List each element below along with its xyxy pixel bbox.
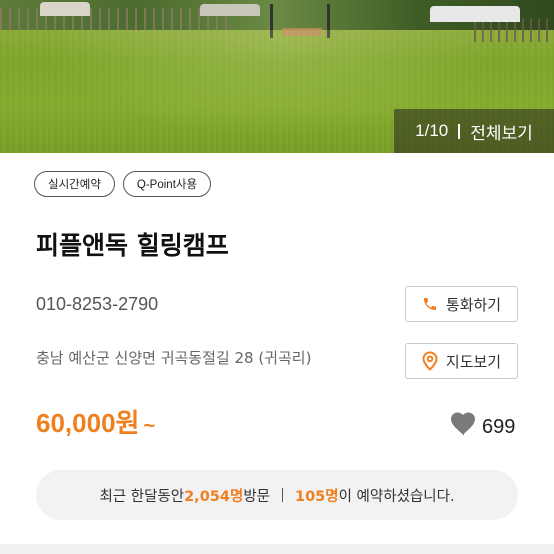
address-text: 충남 예산군 신양면 귀곡동절길 28 (귀곡리): [36, 349, 312, 367]
stats-banner: 최근 한달동안 2,054명 방문 105명 이 예약하셨습니다.: [36, 470, 518, 520]
map-button[interactable]: 지도보기: [405, 343, 518, 379]
stats-visits: 2,054명: [184, 488, 244, 505]
section-divider: [0, 544, 554, 554]
gallery-page-indicator: 1/10: [415, 121, 449, 140]
heart-icon: [450, 412, 478, 442]
page-title: 피플앤독 힐링캠프: [36, 231, 229, 260]
hero-image[interactable]: 1/10 전체보기: [0, 0, 554, 153]
hero-fence: [0, 8, 230, 30]
gallery-counter[interactable]: 1/10 전체보기: [394, 109, 554, 153]
like-button[interactable]: 699: [450, 412, 515, 442]
tag-qpoint: Q-Point사용: [122, 171, 212, 197]
stats-reservations: 105명: [295, 488, 339, 505]
tag-list: 실시간예약 Q-Point사용: [34, 171, 212, 197]
gallery-view-all-link[interactable]: 전체보기: [470, 119, 533, 144]
call-button-label: 통화하기: [445, 295, 502, 314]
gallery-separator: [458, 123, 461, 139]
stats-visits-suffix: 방문: [243, 488, 270, 505]
call-button[interactable]: 통화하기: [405, 286, 518, 322]
phone-number: 010-8253-2790: [36, 294, 159, 314]
hero-tent: [40, 2, 90, 16]
hero-tent: [430, 6, 520, 22]
price-suffix: ~: [143, 415, 156, 437]
price-amount: 60,000원: [36, 408, 140, 438]
hero-tent: [200, 4, 260, 16]
stats-reservations-suffix: 이 예약하셨습니다.: [338, 488, 455, 505]
price-text: 60,000원 ~: [36, 403, 155, 440]
tag-realtime-booking: 실시간예약: [34, 171, 115, 197]
stats-divider: [282, 488, 283, 502]
like-count: 699: [482, 415, 516, 438]
map-pin-icon: [422, 351, 438, 371]
phone-icon: [422, 296, 438, 312]
map-button-label: 지도보기: [445, 352, 502, 371]
stats-prefix: 최근 한달동안: [99, 488, 185, 505]
